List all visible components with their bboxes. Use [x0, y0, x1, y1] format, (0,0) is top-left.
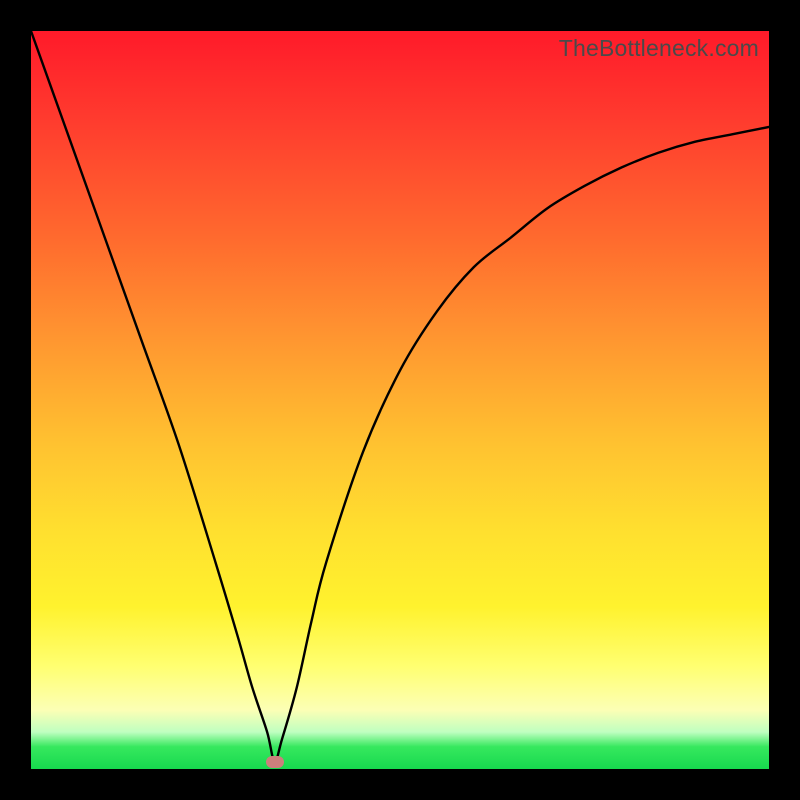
- chart-frame: TheBottleneck.com: [0, 0, 800, 800]
- bottleneck-curve: [31, 31, 769, 769]
- plot-area: TheBottleneck.com: [31, 31, 769, 769]
- minimum-marker: [266, 756, 284, 768]
